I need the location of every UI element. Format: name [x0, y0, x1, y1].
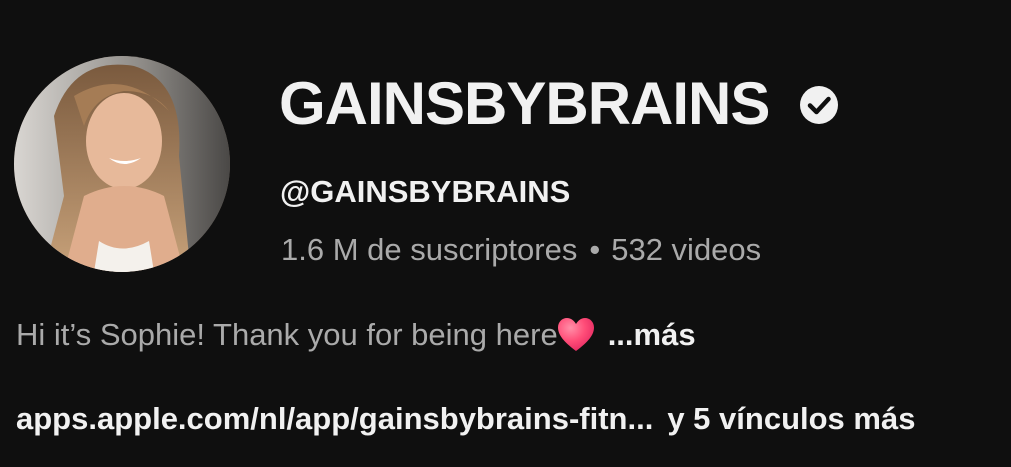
channel-links: apps.apple.com/nl/app/gainsbybrains-fitn… [16, 398, 915, 440]
subscriber-count: 1.6 M de suscriptores [281, 232, 578, 267]
video-count: 532 videos [611, 232, 762, 267]
more-links-button[interactable]: y 5 vínculos más [667, 401, 915, 436]
verified-check-icon [799, 85, 839, 125]
primary-link[interactable]: apps.apple.com/nl/app/gainsbybrains-fitn… [16, 401, 653, 436]
channel-stats: 1.6 M de suscriptores • 532 videos [281, 229, 761, 271]
more-description-button[interactable]: ...más [608, 314, 696, 356]
channel-avatar[interactable] [14, 56, 230, 272]
description-text: Hi it’s Sophie! Thank you for being here [16, 317, 558, 352]
heart-icon [556, 315, 596, 355]
channel-handle: @GAINSBYBRAINS [280, 174, 571, 209]
channel-name: GAINSBYBRAINS [279, 70, 770, 137]
meta-separator: • [589, 232, 601, 267]
channel-description[interactable]: Hi it’s Sophie! Thank you for being here… [16, 314, 696, 356]
avatar-image [14, 56, 230, 272]
channel-title: GAINSBYBRAINS [279, 68, 839, 140]
